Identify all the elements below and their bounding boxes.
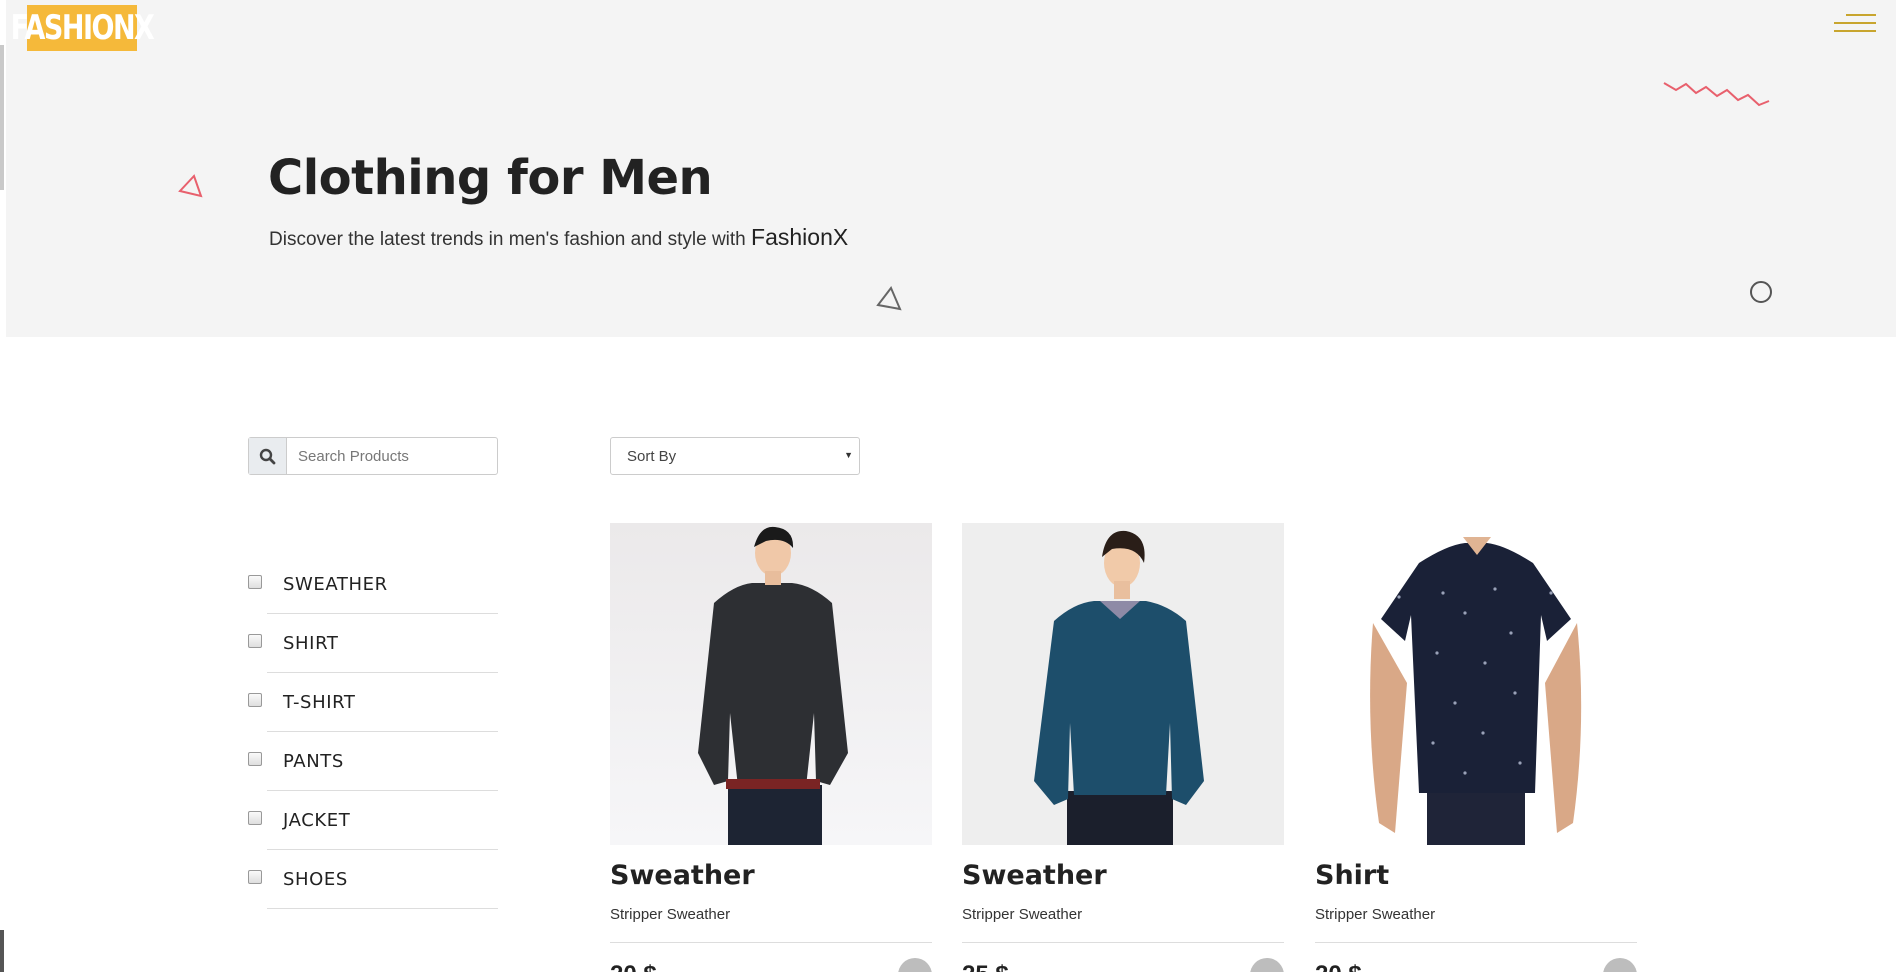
grey-circle-decoration — [1750, 281, 1772, 303]
product-price: 20 $ — [1315, 961, 1362, 972]
product-image[interactable] — [1315, 523, 1637, 845]
category-checkbox[interactable] — [248, 752, 262, 766]
product-description: Stripper Sweather — [962, 906, 1083, 923]
category-filter-list: SWEATHER SHIRT T-SHIRT PANTS JACKET SHOE… — [248, 555, 498, 909]
product-card[interactable]: Sweather Stripper Sweather 20 $ — [610, 523, 932, 972]
divider — [1315, 942, 1637, 943]
category-checkbox[interactable] — [248, 811, 262, 825]
brand-logo[interactable]: FASHIONX — [11, 5, 155, 51]
category-label[interactable]: SHIRT — [283, 633, 338, 654]
add-to-cart-icon[interactable] — [898, 958, 932, 972]
product-price: 25 $ — [962, 961, 1009, 972]
category-checkbox[interactable] — [248, 575, 262, 589]
search-icon — [259, 448, 276, 464]
hamburger-menu-icon[interactable] — [1830, 12, 1876, 40]
window-edge-marker — [0, 930, 4, 972]
category-item-t-shirt: T-SHIRT — [248, 673, 498, 732]
category-label[interactable]: T-SHIRT — [283, 692, 356, 713]
subtitle-brand: FashionX — [751, 224, 849, 250]
product-image[interactable] — [610, 523, 932, 845]
logo-text: FASHIONX — [10, 8, 155, 48]
red-zigzag-decoration — [1663, 82, 1770, 107]
product-description: Stripper Sweather — [610, 906, 731, 923]
page-subtitle: Discover the latest trends in men's fash… — [269, 224, 848, 251]
red-triangle-decoration — [178, 174, 203, 198]
category-label[interactable]: PANTS — [283, 751, 344, 772]
product-name[interactable]: Shirt — [1315, 860, 1389, 891]
search-box — [248, 437, 498, 475]
add-to-cart-icon[interactable] — [1250, 958, 1284, 972]
category-label[interactable]: SWEATHER — [283, 574, 388, 595]
product-price: 20 $ — [610, 961, 657, 972]
add-to-cart-icon[interactable] — [1603, 958, 1637, 972]
category-checkbox[interactable] — [248, 693, 262, 707]
caret-down-icon: ▼ — [844, 450, 853, 460]
category-item-jacket: JACKET — [248, 791, 498, 850]
category-item-shoes: SHOES — [248, 850, 498, 909]
search-input[interactable] — [287, 438, 497, 474]
sort-value: Sort By — [627, 448, 677, 465]
divider — [962, 942, 1284, 943]
divider — [267, 908, 498, 909]
page-title: Clothing for Men — [268, 150, 713, 206]
category-label[interactable]: SHOES — [283, 869, 348, 890]
product-image[interactable] — [962, 523, 1284, 845]
category-item-sweather: SWEATHER — [248, 555, 498, 614]
hero-banner: FASHIONX Clothing for Men Discover the l… — [6, 0, 1896, 337]
category-item-pants: PANTS — [248, 732, 498, 791]
category-label[interactable]: JACKET — [283, 810, 350, 831]
product-photo-navy-shirt — [1315, 523, 1637, 845]
product-name[interactable]: Sweather — [962, 860, 1107, 891]
product-photo-blue-sweater — [962, 523, 1284, 845]
window-scrollbar[interactable] — [0, 45, 4, 190]
product-description: Stripper Sweather — [1315, 906, 1436, 923]
product-card[interactable]: Sweather Stripper Sweather 25 $ — [962, 523, 1284, 972]
subtitle-text: Discover the latest trends in men's fash… — [269, 229, 746, 250]
category-item-shirt: SHIRT — [248, 614, 498, 673]
category-checkbox[interactable] — [248, 870, 262, 884]
product-photo-dark-sweater — [610, 523, 932, 845]
category-checkbox[interactable] — [248, 634, 262, 648]
grey-triangle-decoration — [876, 286, 902, 311]
search-button[interactable] — [249, 438, 287, 474]
divider — [610, 942, 932, 943]
product-name[interactable]: Sweather — [610, 860, 755, 891]
sort-select[interactable]: Sort By ▼ — [610, 437, 860, 475]
product-card[interactable]: Shirt Stripper Sweather 20 $ — [1315, 523, 1637, 972]
